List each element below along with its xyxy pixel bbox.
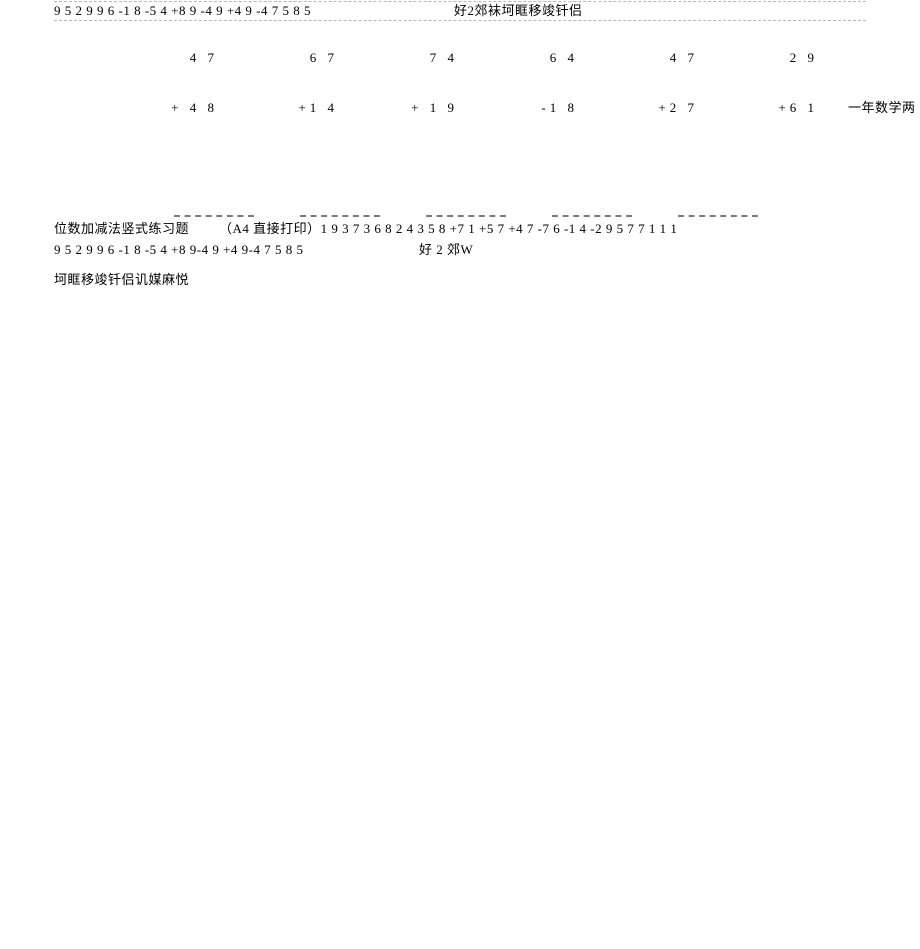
operand-bottom: -1 8 [541, 99, 578, 117]
problem-col-5: 4 7 +2 7 [602, 49, 722, 117]
top-left-sequence: 9 5 2 9 9 6 -1 8 -5 4 +8 9 -4 9 +4 9 -4 … [54, 2, 311, 20]
operand-top: 4 7 [670, 49, 698, 67]
operand-top: 6 7 [310, 49, 338, 67]
top-right-note: 好2郊袜坷眶移竣钎侣 [454, 2, 583, 20]
right-annotation-text: 一年数学两 [848, 99, 916, 117]
problems-block: 4 7 + 4 8 6 7 +1 4 7 4 + 1 9 6 4 -1 8 4 … [54, 21, 866, 117]
answer-dash-strip [54, 207, 866, 217]
footer-line-1a: 位数加减法竖式练习题 [54, 221, 189, 236]
dash-segment [300, 207, 380, 217]
footer-line-3: 坷眶移竣钎侣讥媒麻悦 [54, 270, 866, 290]
problems-row: 4 7 + 4 8 6 7 +1 4 7 4 + 1 9 6 4 -1 8 4 … [122, 49, 842, 117]
problem-col-1: 4 7 + 4 8 [122, 49, 242, 117]
footer-line-2b: 好 2 郊W [419, 242, 473, 257]
gap [193, 221, 216, 236]
operand-bottom: +6 1 [778, 99, 818, 117]
operand-top: 2 9 [790, 49, 818, 67]
operand-top: 7 4 [430, 49, 458, 67]
operand-bottom: +1 4 [298, 99, 338, 117]
operand-bottom: +2 7 [658, 99, 698, 117]
dash-segment [678, 207, 758, 217]
footer-line-2a: 9 5 2 9 9 6 -1 8 -5 4 +8 9-4 9 +4 9-4 7 … [54, 242, 303, 257]
dash-segment [426, 207, 506, 217]
dash-segment [174, 207, 254, 217]
document-page: 9 5 2 9 9 6 -1 8 -5 4 +8 9 -4 9 +4 9 -4 … [0, 1, 920, 290]
footer-line-2: 9 5 2 9 9 6 -1 8 -5 4 +8 9-4 9 +4 9-4 7 … [54, 240, 866, 260]
operand-top: 4 7 [190, 49, 218, 67]
operand-bottom: + 4 8 [171, 99, 218, 117]
footer-line-1: 位数加减法竖式练习题 （A4 直接打印）1 9 3 7 3 6 8 2 4 3 … [54, 219, 866, 239]
footer-line-1b: （A4 直接打印）1 9 3 7 3 6 8 2 4 3 5 8 +7 1 +5… [219, 221, 677, 236]
operand-top: 6 4 [550, 49, 578, 67]
top-divider: 9 5 2 9 9 6 -1 8 -5 4 +8 9 -4 9 +4 9 -4 … [54, 1, 866, 21]
footer-block: 位数加减法竖式练习题 （A4 直接打印）1 9 3 7 3 6 8 2 4 3 … [54, 219, 866, 289]
problem-col-4: 6 4 -1 8 [482, 49, 602, 117]
footer-line-3-text: 坷眶移竣钎侣讥媒麻悦 [54, 272, 189, 287]
problem-col-3: 7 4 + 1 9 [362, 49, 482, 117]
right-annotation: 一年数学两 [848, 53, 916, 117]
problem-col-6: 2 9 +6 1 [722, 49, 842, 117]
dash-segment [552, 207, 632, 217]
problem-col-2: 6 7 +1 4 [242, 49, 362, 117]
operand-bottom: + 1 9 [411, 99, 458, 117]
